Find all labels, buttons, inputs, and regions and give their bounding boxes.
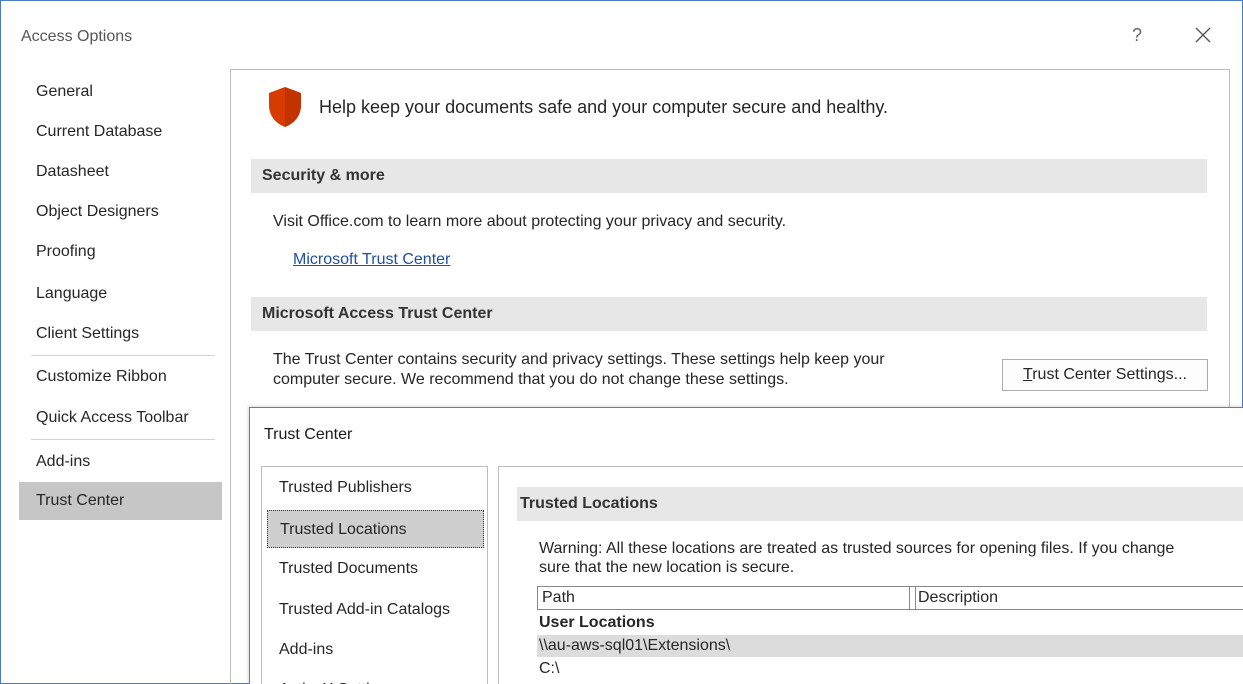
trusted-locations-heading: Trusted Locations [517,487,1243,521]
trust-center-description-line1: The Trust Center contains security and p… [273,351,885,368]
table-header: Path Description [537,586,1243,610]
tc-nav-item-trusted-documents[interactable]: Trusted Documents [267,550,484,588]
nav-item-proofing[interactable]: Proofing [19,233,222,271]
shield-icon [269,87,301,127]
trust-center-dialog: Trust Center Trusted Publishers Trusted … [249,407,1243,684]
nav-item-quick-access-toolbar[interactable]: Quick Access Toolbar [19,399,222,437]
trust-center-main: Trusted Locations Warning: All these loc… [498,466,1243,684]
nav-item-trust-center[interactable]: Trust Center [19,482,222,520]
button-accelerator: T [1023,366,1033,383]
nav-item-language[interactable]: Language [19,275,222,313]
table-row[interactable]: C:\ [537,658,1243,680]
nav-item-datasheet[interactable]: Datasheet [19,153,222,191]
table-group-user-locations: User Locations [539,614,655,631]
close-icon[interactable] [1189,21,1217,49]
nav-item-current-database[interactable]: Current Database [19,113,222,151]
dialog-title: Trust Center [264,426,353,443]
trusted-locations-table: Path Description User Locations \\au-aws… [537,586,1243,684]
tc-nav-item-add-ins[interactable]: Add-ins [267,631,484,669]
section-heading-trust-center: Microsoft Access Trust Center [251,297,1207,331]
access-options-window: Access Options ? General Current Databas… [0,0,1243,684]
hero-text: Help keep your documents safe and your c… [319,97,888,117]
trust-center-settings-button[interactable]: Trust Center Settings... [1002,359,1208,391]
tc-nav-item-activex-settings[interactable]: ActiveX Settings [267,671,484,684]
trusted-locations-warning: Warning: All these locations are treated… [539,539,1174,577]
nav-item-general[interactable]: General [19,73,222,111]
column-header-description[interactable]: Description [915,587,1243,609]
help-icon[interactable]: ? [1125,23,1149,47]
nav-item-object-designers[interactable]: Object Designers [19,193,222,231]
trust-center-nav: Trusted Publishers Trusted Locations Tru… [261,466,488,684]
table-row[interactable]: \\au-aws-sql01\Extensions\ [537,635,1243,657]
button-label: rust Center Settings... [1032,366,1187,383]
warning-line2: sure that the new location is secure. [539,559,795,576]
security-description: Visit Office.com to learn more about pro… [273,213,787,230]
title-bar: Access Options ? [1,1,1242,65]
tc-nav-item-trusted-add-in-catalogs[interactable]: Trusted Add-in Catalogs [267,591,484,629]
options-nav: General Current Database Datasheet Objec… [19,71,222,684]
nav-divider [31,355,215,356]
tc-nav-item-trusted-publishers[interactable]: Trusted Publishers [267,469,484,507]
trust-center-description-line2: computer secure. We recommend that you d… [273,371,789,388]
nav-item-customize-ribbon[interactable]: Customize Ribbon [19,358,222,396]
nav-item-add-ins[interactable]: Add-ins [19,443,222,481]
nav-item-client-settings[interactable]: Client Settings [19,315,222,353]
section-heading-security: Security & more [251,159,1207,193]
warning-line1: Warning: All these locations are treated… [539,540,1175,557]
window-title: Access Options [21,28,133,45]
microsoft-trust-center-link[interactable]: Microsoft Trust Center [293,251,450,269]
column-header-path[interactable]: Path [538,587,910,609]
nav-divider [31,439,215,440]
tc-nav-item-trusted-locations[interactable]: Trusted Locations [267,510,484,548]
